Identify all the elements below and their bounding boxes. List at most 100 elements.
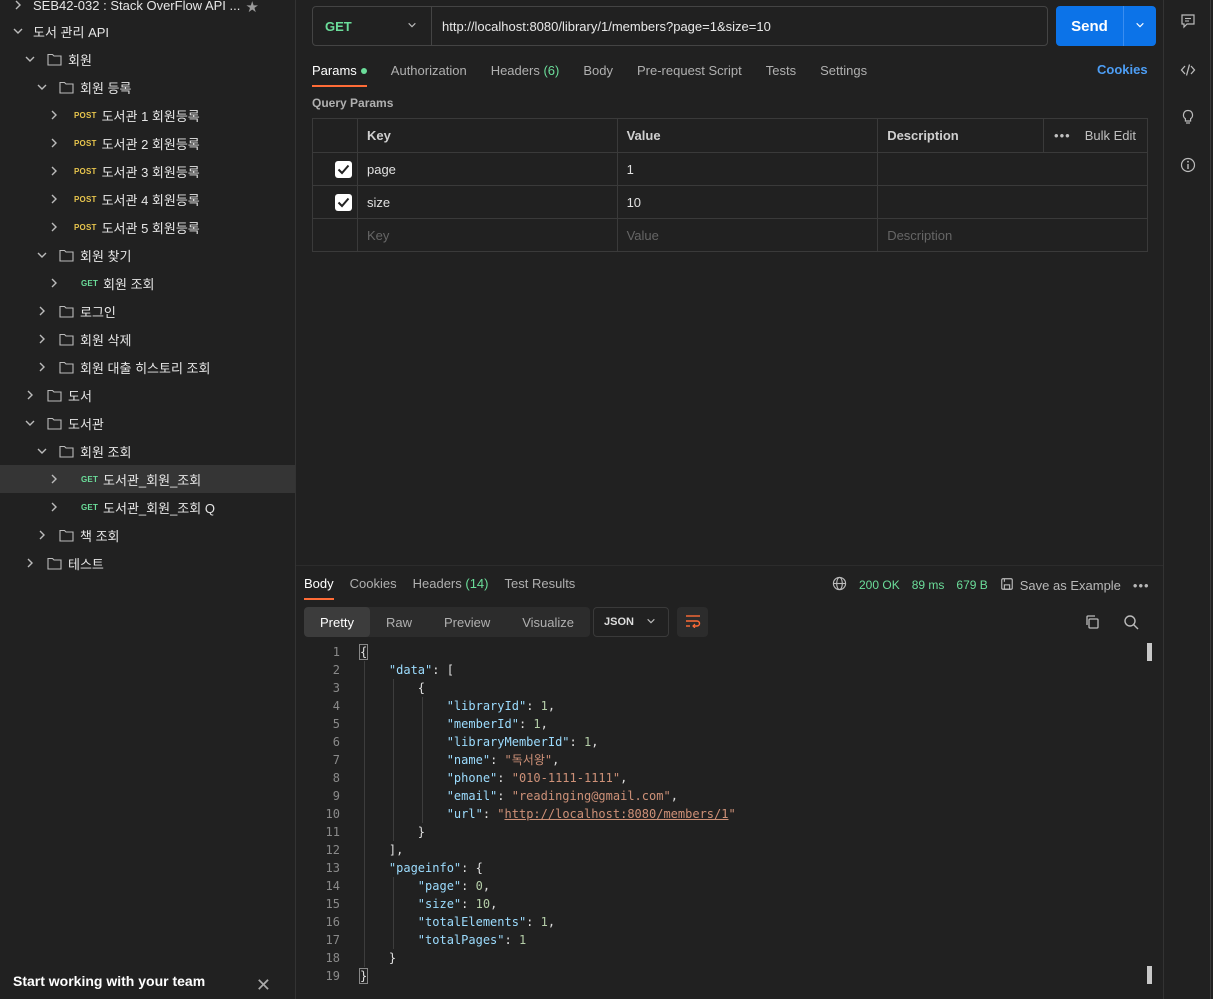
sidebar-folder[interactable]: 로그인 (0, 297, 295, 325)
param-description[interactable] (877, 185, 1148, 219)
param-value[interactable]: 10 (616, 185, 879, 219)
sidebar-item-label: 회원 조회 (80, 444, 132, 460)
chevron-right-icon[interactable] (48, 501, 60, 513)
checkbox[interactable] (335, 160, 352, 178)
view-tab-raw[interactable]: Raw (370, 607, 428, 637)
chevron-right-icon[interactable] (48, 137, 60, 149)
method-badge: POST (74, 138, 97, 148)
chevron-down-icon[interactable] (12, 25, 24, 37)
status-code[interactable]: 200 OK (859, 578, 900, 592)
cookies-link[interactable]: Cookies (1097, 62, 1148, 77)
new-value-field[interactable]: Value (616, 218, 879, 252)
tab-headers[interactable]: Headers (6) (491, 63, 560, 78)
json-link[interactable]: http://localhost:8080/members/1 (505, 807, 729, 821)
param-value[interactable]: 1 (616, 152, 879, 186)
method-select[interactable]: GET (313, 7, 432, 45)
param-key[interactable]: page (356, 152, 618, 186)
more-icon[interactable]: ••• (1133, 578, 1150, 593)
chevron-down-icon[interactable] (36, 249, 48, 261)
sidebar-request[interactable]: POST 도서관 5 회원등록 (0, 213, 295, 241)
sidebar-folder[interactable]: 회원 (0, 45, 295, 73)
chevron-right-icon[interactable] (48, 221, 60, 233)
wrap-lines-button[interactable] (677, 607, 708, 637)
save-icon[interactable] (1000, 577, 1014, 594)
code-icon[interactable] (1180, 62, 1198, 80)
chevron-right-icon[interactable] (12, 0, 24, 11)
chevron-right-icon[interactable] (48, 109, 60, 121)
sidebar-folder[interactable]: 회원 삭제 (0, 325, 295, 353)
chevron-down-icon[interactable] (24, 417, 36, 429)
scrollbar-marker[interactable] (1147, 966, 1152, 984)
chevron-right-icon[interactable] (36, 305, 48, 317)
star-icon[interactable]: ★ (246, 0, 259, 16)
send-button[interactable]: Send (1056, 6, 1156, 46)
sidebar-request[interactable]: POST 도서관 2 회원등록 (0, 129, 295, 157)
url-input[interactable] (432, 18, 1047, 34)
tab-settings[interactable]: Settings (820, 63, 867, 78)
chevron-right-icon[interactable] (24, 557, 36, 569)
resp-tab-cookies[interactable]: Cookies (350, 576, 397, 591)
sidebar-folder[interactable]: 도서 (0, 381, 295, 409)
info-icon[interactable] (1180, 157, 1198, 175)
collection-row[interactable]: 도서 관리 API (0, 17, 295, 45)
response-size[interactable]: 679 B (956, 578, 987, 592)
chevron-down-icon[interactable] (1124, 20, 1156, 33)
param-description[interactable] (877, 152, 1148, 186)
sidebar-folder[interactable]: 회원 찾기 (0, 241, 295, 269)
scrollbar-marker[interactable] (1147, 643, 1152, 661)
chevron-right-icon[interactable] (24, 389, 36, 401)
search-icon[interactable] (1123, 614, 1139, 633)
tab-prerequest[interactable]: Pre-request Script (637, 63, 742, 78)
sidebar-folder[interactable]: 테스트 (0, 549, 295, 577)
sidebar-request[interactable]: POST 도서관 4 회원등록 (0, 185, 295, 213)
resp-tab-body[interactable]: Body (304, 576, 334, 600)
more-icon[interactable]: ••• (1054, 128, 1071, 143)
param-key[interactable]: size (356, 185, 618, 219)
sidebar-folder[interactable]: 회원 조회 (0, 437, 295, 465)
tab-params[interactable]: Params (312, 63, 367, 87)
sidebar-request[interactable]: POST 도서관 1 회원등록 (0, 101, 295, 129)
chevron-down-icon[interactable] (36, 81, 48, 93)
new-description-field[interactable]: Description (877, 218, 1148, 252)
close-icon[interactable]: ✕ (256, 975, 271, 996)
sidebar-folder[interactable]: 도서관 (0, 409, 295, 437)
sidebar-request[interactable]: GET 도서관_회원_조회 Q (0, 493, 295, 521)
copy-icon[interactable] (1084, 614, 1100, 633)
resp-tab-headers[interactable]: Headers (14) (413, 576, 489, 591)
response-divider[interactable] (296, 565, 1163, 566)
sidebar-folder[interactable]: 회원 등록 (0, 73, 295, 101)
bulk-edit-link[interactable]: Bulk Edit (1085, 128, 1136, 143)
chevron-right-icon[interactable] (36, 333, 48, 345)
chevron-right-icon[interactable] (48, 277, 60, 289)
view-tab-visualize[interactable]: Visualize (506, 607, 590, 637)
json-token: "libraryMemberId" (446, 735, 570, 749)
tab-body[interactable]: Body (583, 63, 613, 78)
code-text: "totalElements": 1, (360, 913, 555, 931)
format-select[interactable]: JSON (593, 607, 669, 637)
tab-tests[interactable]: Tests (766, 63, 796, 78)
chevron-right-icon[interactable] (48, 193, 60, 205)
lightbulb-icon[interactable] (1180, 109, 1198, 127)
chevron-right-icon[interactable] (48, 165, 60, 177)
chevron-right-icon[interactable] (36, 361, 48, 373)
chevron-right-icon[interactable] (48, 473, 60, 485)
view-tab-pretty[interactable]: Pretty (304, 607, 370, 637)
view-tab-preview[interactable]: Preview (428, 607, 506, 637)
chevron-down-icon[interactable] (24, 53, 36, 65)
chevron-right-icon[interactable] (36, 529, 48, 541)
response-time[interactable]: 89 ms (912, 578, 945, 592)
new-key-field[interactable]: Key (356, 218, 618, 252)
sidebar-request[interactable]: POST 도서관 3 회원등록 (0, 157, 295, 185)
comment-icon[interactable] (1180, 13, 1198, 31)
resp-tab-test-results[interactable]: Test Results (505, 576, 576, 591)
save-as-example-button[interactable]: Save as Example (1020, 578, 1121, 593)
globe-icon[interactable] (832, 576, 847, 594)
sidebar-folder[interactable]: 책 조회 (0, 521, 295, 549)
sidebar-folder[interactable]: 회원 대출 히스토리 조회 (0, 353, 295, 381)
checkbox[interactable] (335, 193, 352, 211)
response-body-editor[interactable]: 1 {2 "data": [3 {4 "libraryId": 1, 5 "memb… (296, 643, 1156, 988)
sidebar-request[interactable]: GET 도서관_회원_조회 (0, 465, 295, 493)
tab-authorization[interactable]: Authorization (391, 63, 467, 78)
sidebar-request[interactable]: GET 회원 조회 (0, 269, 295, 297)
chevron-down-icon[interactable] (36, 445, 48, 457)
